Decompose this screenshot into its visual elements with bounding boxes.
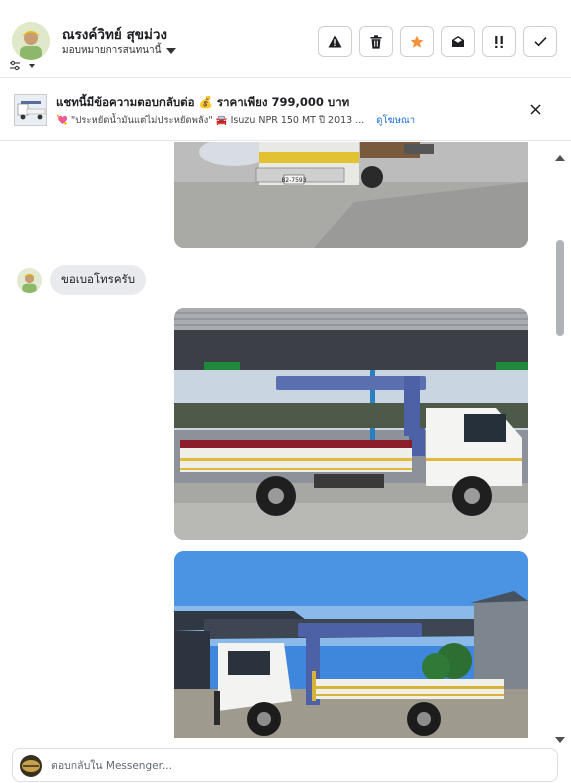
- filter-menu-button[interactable]: [9, 58, 43, 72]
- report-button[interactable]: [318, 26, 352, 57]
- reply-input[interactable]: [51, 756, 541, 776]
- customer-avatar[interactable]: [17, 267, 42, 293]
- message-image[interactable]: 82-7593: [174, 142, 528, 248]
- spam-button[interactable]: [482, 26, 516, 57]
- reply-composer: [12, 748, 558, 782]
- ad-subtitle-row: 💘 "ประหยัดน้ำมันแต่ไม่ประหยัดพลัง" 🚘 Isu…: [56, 113, 415, 128]
- star-button[interactable]: [400, 26, 434, 57]
- message-thread[interactable]: 82-7593 ขอเบอโทรครับ: [0, 142, 571, 738]
- message-image[interactable]: [174, 308, 528, 540]
- star-icon: [410, 35, 424, 48]
- conversation-actions: [318, 26, 557, 57]
- ad-subtitle: 💘 "ประหยัดน้ำมันแต่ไม่ประหยัดพลัง" 🚘 Isu…: [56, 115, 365, 126]
- exclamation-icon: [495, 35, 503, 48]
- check-icon: [533, 37, 547, 47]
- view-ad-link[interactable]: ดูโฆษณา: [376, 113, 415, 128]
- assign-conversation-dropdown[interactable]: มอบหมายการสนทนานี้: [62, 43, 177, 58]
- ad-context-banner: แชทนี้มีข้อความตอบกลับต่อ 💰 ราคาเพียง 79…: [0, 79, 571, 141]
- close-icon: [530, 104, 541, 115]
- ad-thumbnail[interactable]: [14, 94, 47, 126]
- message-image[interactable]: [174, 551, 528, 738]
- assign-label: มอบหมายการสนทนานี้: [62, 45, 162, 56]
- warning-icon: [328, 35, 342, 48]
- scrollbar-thumb[interactable]: [556, 240, 564, 336]
- page-avatar: [20, 755, 42, 777]
- scroll-up-arrow[interactable]: [555, 146, 565, 165]
- trash-icon: [370, 34, 382, 49]
- conversation-header: ณรงค์วิทย์ สุขม่วง มอบหมายการสนทนานี้: [0, 0, 571, 78]
- incoming-message: ขอเบอโทรครับ: [17, 265, 147, 295]
- message-bubble[interactable]: ขอเบอโทรครับ: [50, 265, 147, 295]
- close-ad-banner-button[interactable]: [530, 100, 541, 119]
- done-button[interactable]: [523, 26, 557, 57]
- contact-name[interactable]: ณรงค์วิทย์ สุขม่วง: [62, 23, 167, 45]
- chevron-down-icon: [166, 48, 177, 54]
- svg-text:82-7593: 82-7593: [281, 177, 306, 184]
- delete-button[interactable]: [359, 26, 393, 57]
- contact-avatar[interactable]: [12, 22, 50, 60]
- ad-title: แชทนี้มีข้อความตอบกลับต่อ 💰 ราคาเพียง 79…: [56, 95, 350, 109]
- scroll-down-arrow[interactable]: [555, 729, 565, 748]
- mark-unread-button[interactable]: [441, 26, 475, 57]
- envelope-open-icon: [452, 36, 464, 47]
